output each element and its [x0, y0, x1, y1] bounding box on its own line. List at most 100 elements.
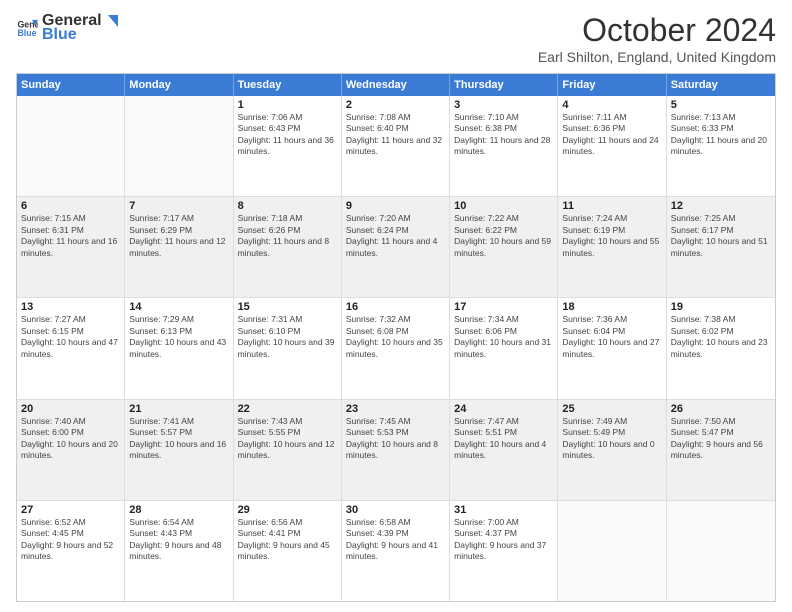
calendar-week-3: 13Sunrise: 7:27 AM Sunset: 6:15 PM Dayli…	[17, 298, 775, 399]
page-header: General Blue General Blue October 2024 E…	[16, 12, 776, 65]
day-number: 21	[129, 403, 228, 415]
calendar-cell: 22Sunrise: 7:43 AM Sunset: 5:55 PM Dayli…	[234, 400, 342, 500]
header-cell-thursday: Thursday	[450, 74, 558, 96]
day-number: 15	[238, 301, 337, 313]
day-number: 6	[21, 200, 120, 212]
day-number: 27	[21, 504, 120, 516]
calendar-cell: 4Sunrise: 7:11 AM Sunset: 6:36 PM Daylig…	[558, 96, 666, 196]
day-number: 10	[454, 200, 553, 212]
cell-sun-info: Sunrise: 7:06 AM Sunset: 6:43 PM Dayligh…	[238, 112, 337, 158]
cell-sun-info: Sunrise: 7:41 AM Sunset: 5:57 PM Dayligh…	[129, 416, 228, 462]
cell-sun-info: Sunrise: 7:34 AM Sunset: 6:06 PM Dayligh…	[454, 314, 553, 360]
header-cell-tuesday: Tuesday	[234, 74, 342, 96]
cell-sun-info: Sunrise: 6:56 AM Sunset: 4:41 PM Dayligh…	[238, 517, 337, 563]
calendar-cell	[558, 501, 666, 601]
calendar-cell: 15Sunrise: 7:31 AM Sunset: 6:10 PM Dayli…	[234, 298, 342, 398]
day-number: 3	[454, 99, 553, 111]
calendar-cell: 28Sunrise: 6:54 AM Sunset: 4:43 PM Dayli…	[125, 501, 233, 601]
day-number: 11	[562, 200, 661, 212]
cell-sun-info: Sunrise: 7:43 AM Sunset: 5:55 PM Dayligh…	[238, 416, 337, 462]
cell-sun-info: Sunrise: 7:36 AM Sunset: 6:04 PM Dayligh…	[562, 314, 661, 360]
logo-triangle-icon	[104, 13, 120, 29]
calendar-cell: 3Sunrise: 7:10 AM Sunset: 6:38 PM Daylig…	[450, 96, 558, 196]
cell-sun-info: Sunrise: 7:08 AM Sunset: 6:40 PM Dayligh…	[346, 112, 445, 158]
cell-sun-info: Sunrise: 7:00 AM Sunset: 4:37 PM Dayligh…	[454, 517, 553, 563]
cell-sun-info: Sunrise: 7:40 AM Sunset: 6:00 PM Dayligh…	[21, 416, 120, 462]
calendar-cell: 8Sunrise: 7:18 AM Sunset: 6:26 PM Daylig…	[234, 197, 342, 297]
cell-sun-info: Sunrise: 7:27 AM Sunset: 6:15 PM Dayligh…	[21, 314, 120, 360]
calendar-week-2: 6Sunrise: 7:15 AM Sunset: 6:31 PM Daylig…	[17, 197, 775, 298]
day-number: 20	[21, 403, 120, 415]
calendar-cell	[667, 501, 775, 601]
cell-sun-info: Sunrise: 7:45 AM Sunset: 5:53 PM Dayligh…	[346, 416, 445, 462]
calendar-cell: 11Sunrise: 7:24 AM Sunset: 6:19 PM Dayli…	[558, 197, 666, 297]
calendar-cell: 6Sunrise: 7:15 AM Sunset: 6:31 PM Daylig…	[17, 197, 125, 297]
day-number: 30	[346, 504, 445, 516]
month-title: October 2024	[538, 12, 776, 49]
logo: General Blue General Blue	[16, 12, 120, 44]
calendar-cell: 25Sunrise: 7:49 AM Sunset: 5:49 PM Dayli…	[558, 400, 666, 500]
calendar-cell: 20Sunrise: 7:40 AM Sunset: 6:00 PM Dayli…	[17, 400, 125, 500]
cell-sun-info: Sunrise: 7:31 AM Sunset: 6:10 PM Dayligh…	[238, 314, 337, 360]
cell-sun-info: Sunrise: 7:13 AM Sunset: 6:33 PM Dayligh…	[671, 112, 771, 158]
title-section: October 2024 Earl Shilton, England, Unit…	[538, 12, 776, 65]
calendar-week-1: 1Sunrise: 7:06 AM Sunset: 6:43 PM Daylig…	[17, 96, 775, 197]
cell-sun-info: Sunrise: 7:20 AM Sunset: 6:24 PM Dayligh…	[346, 213, 445, 259]
day-number: 4	[562, 99, 661, 111]
calendar-cell: 19Sunrise: 7:38 AM Sunset: 6:02 PM Dayli…	[667, 298, 775, 398]
calendar-cell	[17, 96, 125, 196]
cell-sun-info: Sunrise: 6:54 AM Sunset: 4:43 PM Dayligh…	[129, 517, 228, 563]
day-number: 12	[671, 200, 771, 212]
day-number: 22	[238, 403, 337, 415]
cell-sun-info: Sunrise: 7:15 AM Sunset: 6:31 PM Dayligh…	[21, 213, 120, 259]
cell-sun-info: Sunrise: 6:52 AM Sunset: 4:45 PM Dayligh…	[21, 517, 120, 563]
cell-sun-info: Sunrise: 7:32 AM Sunset: 6:08 PM Dayligh…	[346, 314, 445, 360]
day-number: 14	[129, 301, 228, 313]
svg-text:Blue: Blue	[17, 28, 36, 38]
calendar-body: 1Sunrise: 7:06 AM Sunset: 6:43 PM Daylig…	[17, 96, 775, 601]
cell-sun-info: Sunrise: 7:50 AM Sunset: 5:47 PM Dayligh…	[671, 416, 771, 462]
header-cell-saturday: Saturday	[667, 74, 775, 96]
cell-sun-info: Sunrise: 7:49 AM Sunset: 5:49 PM Dayligh…	[562, 416, 661, 462]
calendar-cell: 30Sunrise: 6:58 AM Sunset: 4:39 PM Dayli…	[342, 501, 450, 601]
day-number: 19	[671, 301, 771, 313]
header-cell-monday: Monday	[125, 74, 233, 96]
calendar-cell: 14Sunrise: 7:29 AM Sunset: 6:13 PM Dayli…	[125, 298, 233, 398]
cell-sun-info: Sunrise: 7:22 AM Sunset: 6:22 PM Dayligh…	[454, 213, 553, 259]
cell-sun-info: Sunrise: 7:38 AM Sunset: 6:02 PM Dayligh…	[671, 314, 771, 360]
logo-icon: General Blue	[16, 17, 38, 39]
calendar-cell: 7Sunrise: 7:17 AM Sunset: 6:29 PM Daylig…	[125, 197, 233, 297]
day-number: 8	[238, 200, 337, 212]
calendar-cell	[125, 96, 233, 196]
cell-sun-info: Sunrise: 7:24 AM Sunset: 6:19 PM Dayligh…	[562, 213, 661, 259]
day-number: 9	[346, 200, 445, 212]
day-number: 7	[129, 200, 228, 212]
calendar-cell: 5Sunrise: 7:13 AM Sunset: 6:33 PM Daylig…	[667, 96, 775, 196]
calendar-cell: 23Sunrise: 7:45 AM Sunset: 5:53 PM Dayli…	[342, 400, 450, 500]
calendar-cell: 24Sunrise: 7:47 AM Sunset: 5:51 PM Dayli…	[450, 400, 558, 500]
cell-sun-info: Sunrise: 6:58 AM Sunset: 4:39 PM Dayligh…	[346, 517, 445, 563]
calendar-week-5: 27Sunrise: 6:52 AM Sunset: 4:45 PM Dayli…	[17, 501, 775, 601]
calendar-cell: 2Sunrise: 7:08 AM Sunset: 6:40 PM Daylig…	[342, 96, 450, 196]
day-number: 24	[454, 403, 553, 415]
day-number: 23	[346, 403, 445, 415]
cell-sun-info: Sunrise: 7:25 AM Sunset: 6:17 PM Dayligh…	[671, 213, 771, 259]
calendar-cell: 18Sunrise: 7:36 AM Sunset: 6:04 PM Dayli…	[558, 298, 666, 398]
cell-sun-info: Sunrise: 7:10 AM Sunset: 6:38 PM Dayligh…	[454, 112, 553, 158]
calendar-header: SundayMondayTuesdayWednesdayThursdayFrid…	[17, 74, 775, 96]
calendar-cell: 31Sunrise: 7:00 AM Sunset: 4:37 PM Dayli…	[450, 501, 558, 601]
day-number: 29	[238, 504, 337, 516]
day-number: 25	[562, 403, 661, 415]
day-number: 17	[454, 301, 553, 313]
cell-sun-info: Sunrise: 7:17 AM Sunset: 6:29 PM Dayligh…	[129, 213, 228, 259]
day-number: 13	[21, 301, 120, 313]
day-number: 2	[346, 99, 445, 111]
calendar-cell: 9Sunrise: 7:20 AM Sunset: 6:24 PM Daylig…	[342, 197, 450, 297]
calendar-cell: 17Sunrise: 7:34 AM Sunset: 6:06 PM Dayli…	[450, 298, 558, 398]
calendar-cell: 13Sunrise: 7:27 AM Sunset: 6:15 PM Dayli…	[17, 298, 125, 398]
day-number: 1	[238, 99, 337, 111]
cell-sun-info: Sunrise: 7:11 AM Sunset: 6:36 PM Dayligh…	[562, 112, 661, 158]
day-number: 5	[671, 99, 771, 111]
header-cell-friday: Friday	[558, 74, 666, 96]
day-number: 31	[454, 504, 553, 516]
